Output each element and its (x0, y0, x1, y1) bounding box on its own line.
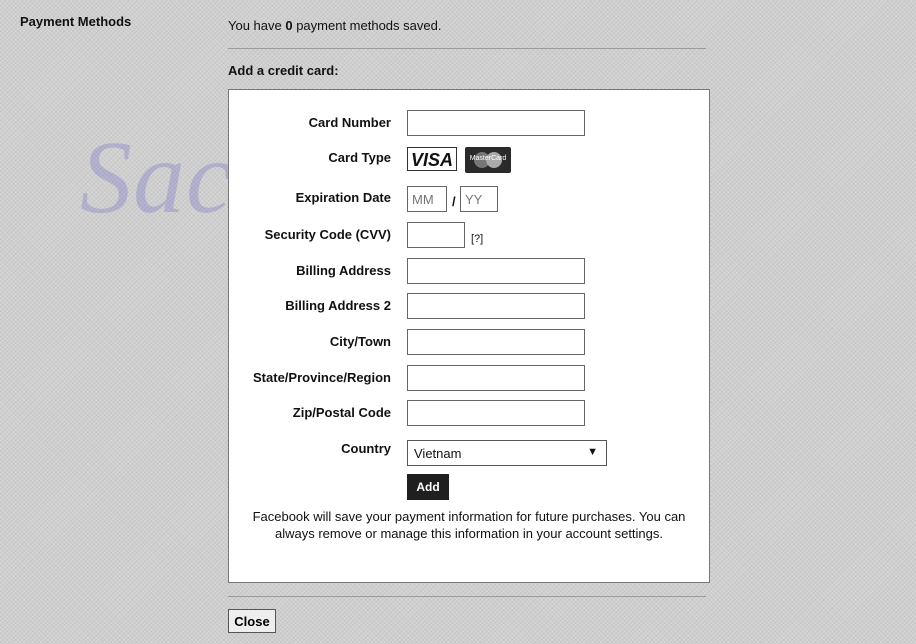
saved-methods-status: You have 0 payment methods saved. (228, 18, 441, 33)
divider (228, 596, 706, 597)
mastercard-icon[interactable]: MasterCard (465, 147, 511, 173)
visa-card-icon[interactable]: VISA (407, 147, 457, 171)
billing-address-2-label: Billing Address 2 (285, 298, 391, 313)
billing-address-input[interactable] (407, 258, 585, 284)
zip-code-label: Zip/Postal Code (292, 405, 391, 420)
country-select[interactable]: Vietnam ▼ (407, 440, 607, 466)
card-number-input[interactable] (407, 110, 585, 136)
card-type-label: Card Type (328, 150, 391, 165)
mastercard-label: MasterCard (469, 155, 507, 162)
state-region-input[interactable] (407, 365, 585, 391)
dropdown-arrow-icon: ▼ (587, 446, 598, 458)
billing-address-label: Billing Address (296, 263, 391, 278)
city-town-label: City/Town (329, 334, 391, 349)
card-number-label: Card Number (308, 115, 391, 130)
state-region-label: State/Province/Region (253, 370, 391, 385)
credit-card-form: Card Number Card Type VISA MasterCard Ex… (228, 89, 710, 583)
security-code-input[interactable] (407, 222, 465, 248)
expiration-separator: / (452, 194, 456, 209)
expiration-month-input[interactable] (407, 186, 447, 212)
security-code-label: Security Code (CVV) (264, 227, 391, 242)
add-card-button[interactable]: Add (407, 474, 449, 500)
status-suffix: payment methods saved. (292, 18, 442, 33)
divider (228, 48, 706, 49)
saved-count: 0 (285, 18, 293, 33)
status-prefix: You have (228, 18, 286, 33)
form-heading: Add a credit card: (228, 63, 339, 78)
expiration-year-input[interactable] (460, 186, 498, 212)
close-button[interactable]: Close (228, 609, 276, 633)
billing-address-2-input[interactable] (407, 293, 585, 319)
city-town-input[interactable] (407, 329, 585, 355)
section-title: Payment Methods (20, 14, 132, 29)
expiration-date-label: Expiration Date (295, 190, 391, 205)
country-selected-value: Vietnam (414, 446, 462, 461)
cvv-help-link[interactable]: [?] (471, 233, 483, 245)
country-label: Country (341, 441, 391, 456)
payment-info-note: Facebook will save your payment informat… (252, 509, 686, 541)
zip-code-input[interactable] (407, 400, 585, 426)
